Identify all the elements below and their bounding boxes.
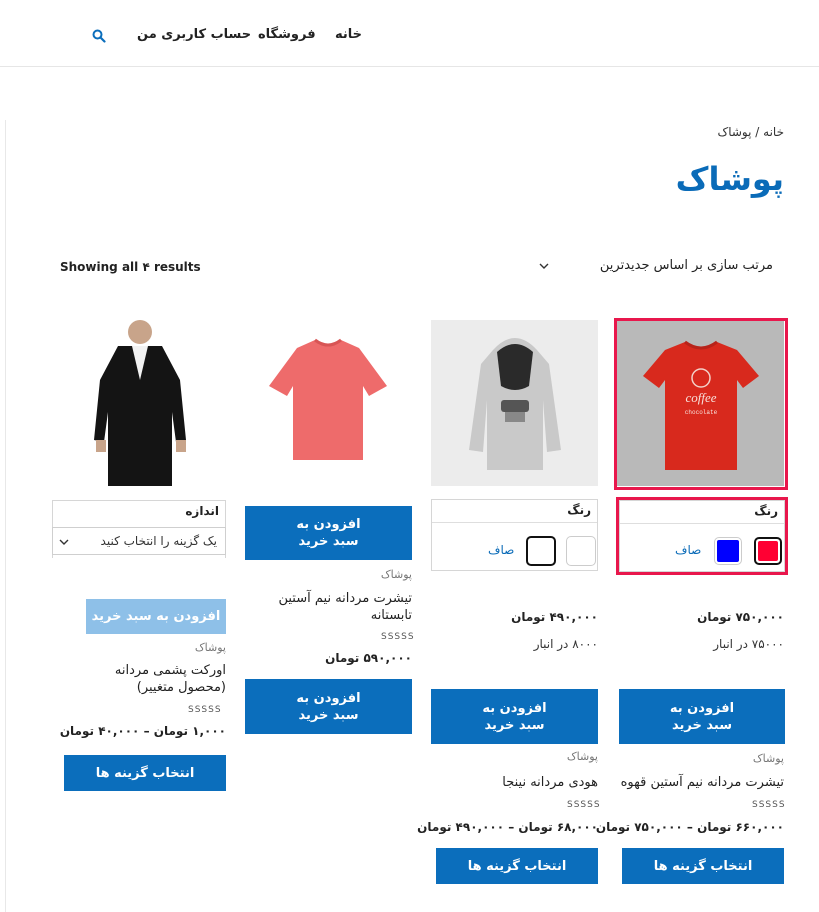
divider [432, 522, 597, 523]
button-label: افزودن به سبد خرید [669, 700, 735, 733]
chevron-down-icon [59, 539, 69, 545]
product-1-name[interactable]: تیشرت مردانه نیم آستین قهوه [614, 774, 784, 791]
product-1-rating: SSSSS [752, 800, 786, 810]
product-4-category: پوشاک [194, 641, 226, 654]
page-title: پوشاک [675, 160, 784, 198]
product-2-price-range: ۶۸,۰۰۰ تومان – ۴۹۰,۰۰۰ تومان [417, 820, 598, 834]
product-2-image[interactable] [431, 320, 598, 486]
product-3-price: ۵۹۰,۰۰۰ تومان [325, 651, 412, 665]
product-3-category: پوشاک [380, 568, 412, 581]
swatch-black-outline[interactable] [526, 536, 556, 566]
button-label: افزودن به سبد خرید [296, 690, 361, 723]
image-highlight-box [614, 318, 788, 490]
product-4-rating: SSSSS [188, 705, 222, 715]
product-2-rating: SSSSS [567, 800, 601, 810]
product-2-price: ۴۹۰,۰۰۰ تومان [511, 610, 598, 624]
size-select[interactable]: یک گزینه را انتخاب کنید [52, 527, 226, 555]
product-3-rating: SSSSS [381, 632, 415, 642]
size-select-placeholder: یک گزینه را انتخاب کنید [100, 534, 217, 548]
product-1-price-range: ۶۶۰,۰۰۰ تومان – ۷۵۰,۰۰۰ تومان [595, 820, 784, 834]
product-1-stock: ۷۵۰۰۰ در انبار [713, 637, 784, 651]
button-label: افزودن به سبد خرید [482, 700, 547, 733]
product-2-select-options-button[interactable]: انتخاب گزینه ها [436, 848, 598, 884]
breadcrumb: خانه / پوشاک [717, 125, 784, 139]
product-1-category: پوشاک [752, 752, 784, 765]
variation-highlight-box [616, 497, 788, 575]
product-4-select-options-button[interactable]: انتخاب گزینه ها [64, 755, 226, 791]
variation-label: رنگ [567, 503, 591, 517]
product-3-image[interactable] [245, 320, 412, 486]
content-border [5, 120, 6, 912]
product-1-price: ۷۵۰,۰۰۰ تومان [697, 610, 784, 624]
product-3-add-to-cart-button-top[interactable]: افزودن به سبد خرید [245, 506, 412, 560]
results-count: Showing all ۴ results [60, 260, 201, 274]
variation-label: اندازه [185, 504, 219, 518]
product-3-add-to-cart-button[interactable]: افزودن به سبد خرید [245, 679, 412, 734]
swatch-white[interactable] [566, 536, 596, 566]
product-1-select-options-button[interactable]: انتخاب گزینه ها [622, 848, 784, 884]
site-header: حساب کاربری من فروشگاه خانه [0, 0, 819, 67]
product-2-name[interactable]: هودی مردانه نینجا [431, 774, 598, 791]
product-4-image[interactable] [52, 320, 226, 486]
search-icon[interactable] [92, 29, 106, 43]
sort-label: مرتب سازی بر اساس جدیدترین [599, 258, 773, 273]
product-1-add-to-cart-button[interactable]: افزودن به سبد خرید [619, 689, 785, 744]
nav-shop-link[interactable]: فروشگاه [258, 27, 316, 42]
clear-variations-link[interactable]: صاف [488, 543, 514, 557]
chevron-down-icon [539, 263, 549, 269]
product-4-price-range: ۱,۰۰۰ تومان – ۴۰,۰۰۰ تومان [59, 724, 226, 738]
product-2-variations: رنگ صاف [431, 499, 598, 571]
hoodie-image [431, 320, 598, 486]
sort-dropdown[interactable]: مرتب سازی بر اساس جدیدترین [535, 256, 775, 278]
product-3-name[interactable]: تیشرت مردانه نیم آستین تابستانه [277, 590, 412, 624]
product-4-add-to-cart-button-disabled[interactable]: افزودن به سبد خرید [86, 599, 226, 634]
suit-jacket-image [94, 320, 186, 486]
swatch-white-fill [530, 540, 552, 562]
product-2-add-to-cart-button[interactable]: افزودن به سبد خرید [431, 689, 598, 744]
product-2-stock: ۸۰۰۰ در انبار [533, 637, 598, 651]
product-2-category: پوشاک [566, 750, 598, 763]
pink-tshirt-image [269, 338, 387, 460]
nav-home-link[interactable]: خانه [335, 27, 362, 42]
product-4-name[interactable]: اورکت پشمی مردانه (محصول متغییر) [76, 662, 226, 696]
button-label: افزودن به سبد خرید [296, 517, 361, 549]
nav-account-link[interactable]: حساب کاربری من [137, 27, 251, 42]
